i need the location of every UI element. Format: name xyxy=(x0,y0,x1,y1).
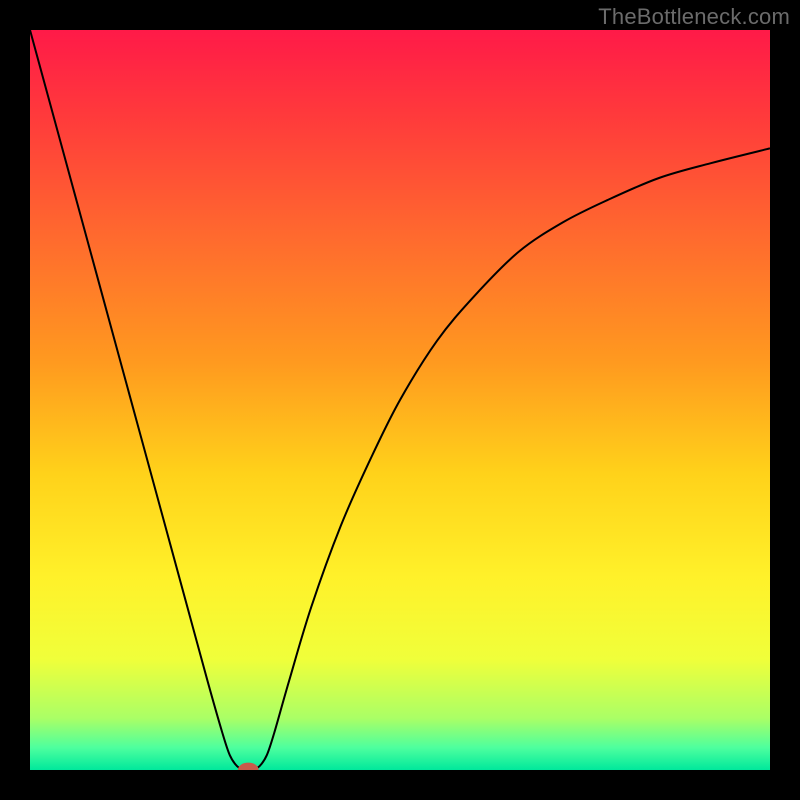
chart-frame: TheBottleneck.com xyxy=(0,0,800,800)
attribution-label: TheBottleneck.com xyxy=(598,4,790,30)
chart-svg xyxy=(30,30,770,770)
plot-area xyxy=(30,30,770,770)
